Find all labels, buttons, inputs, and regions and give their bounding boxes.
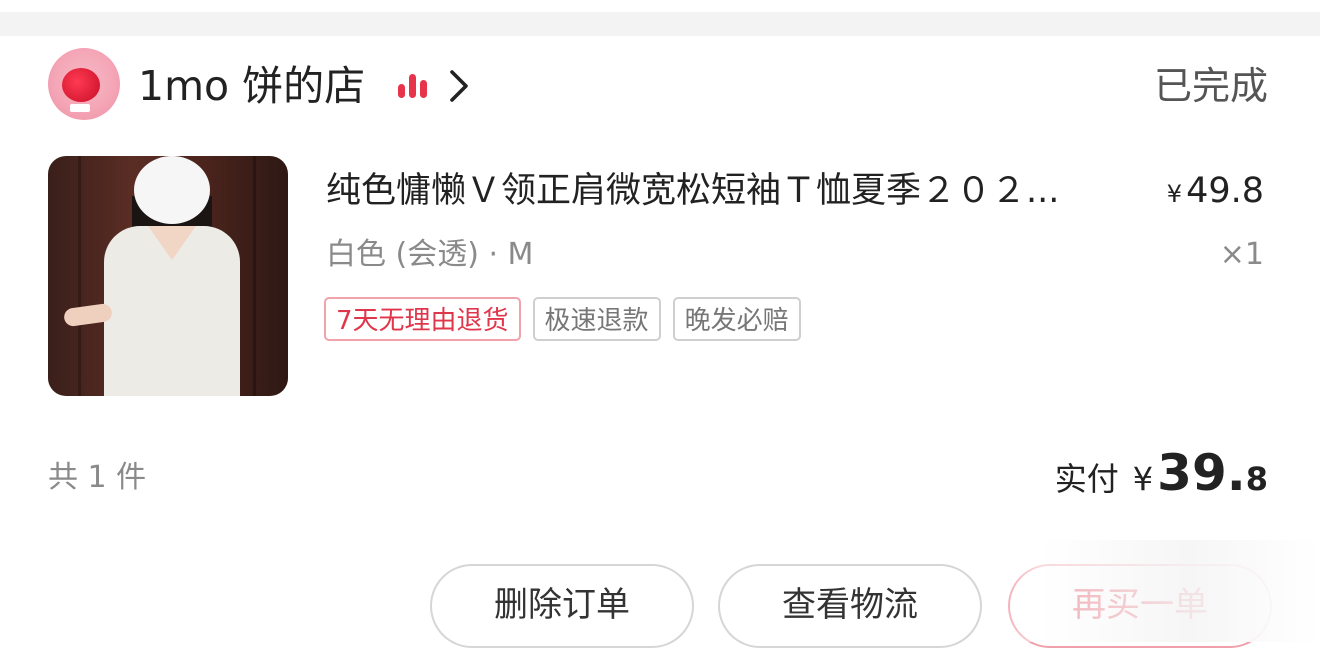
service-tags: 7天无理由退货 极速退款 晚发必赔 [324,297,801,341]
tag-fast-refund: 极速退款 [532,297,661,341]
paid-integer: 39. [1157,444,1246,502]
tag-late-ship-compensation: 晚发必赔 [672,297,801,341]
chevron-right-icon[interactable] [444,66,472,106]
price-symbol: ¥ [1166,180,1183,208]
product-title[interactable]: 纯色慵懒Ｖ领正肩微宽松短袖Ｔ恤夏季２０２... [326,166,1146,216]
paid-decimal: 8 [1245,460,1268,498]
view-logistics-button[interactable]: 查看物流 [718,564,982,648]
paid-label: 实付 [1054,460,1119,498]
blurred-face [134,156,210,224]
door-panel-line [78,156,81,396]
shop-name[interactable]: 1mo 饼的店 [138,58,365,114]
shirt-vneck [148,226,196,260]
product-quantity: ×1 [1219,237,1264,272]
delete-order-button[interactable]: 删除订单 [430,564,694,648]
tag-seven-day-return: 7天无理由退货 [324,297,521,341]
product-variant: 白色 (会透) · M [326,237,534,272]
rebuy-button[interactable]: 再买一单 [1008,564,1272,648]
shop-avatar[interactable] [48,48,120,120]
product-thumbnail[interactable] [48,156,288,396]
avatar-nose [62,68,100,102]
top-separator-bar [0,12,1320,36]
top-separator [0,0,1320,36]
item-count: 共 1 件 [48,460,147,495]
door-panel-line [253,156,256,396]
paid-amount: 实付 ¥39.8 [1055,440,1268,518]
paid-symbol: ¥ [1132,460,1154,498]
bar-rank-icon [398,74,427,98]
order-status: 已完成 [1153,64,1268,108]
product-price: ¥49.8 [1167,166,1264,219]
avatar-teeth [70,104,90,112]
price-value: 49.8 [1186,171,1264,211]
